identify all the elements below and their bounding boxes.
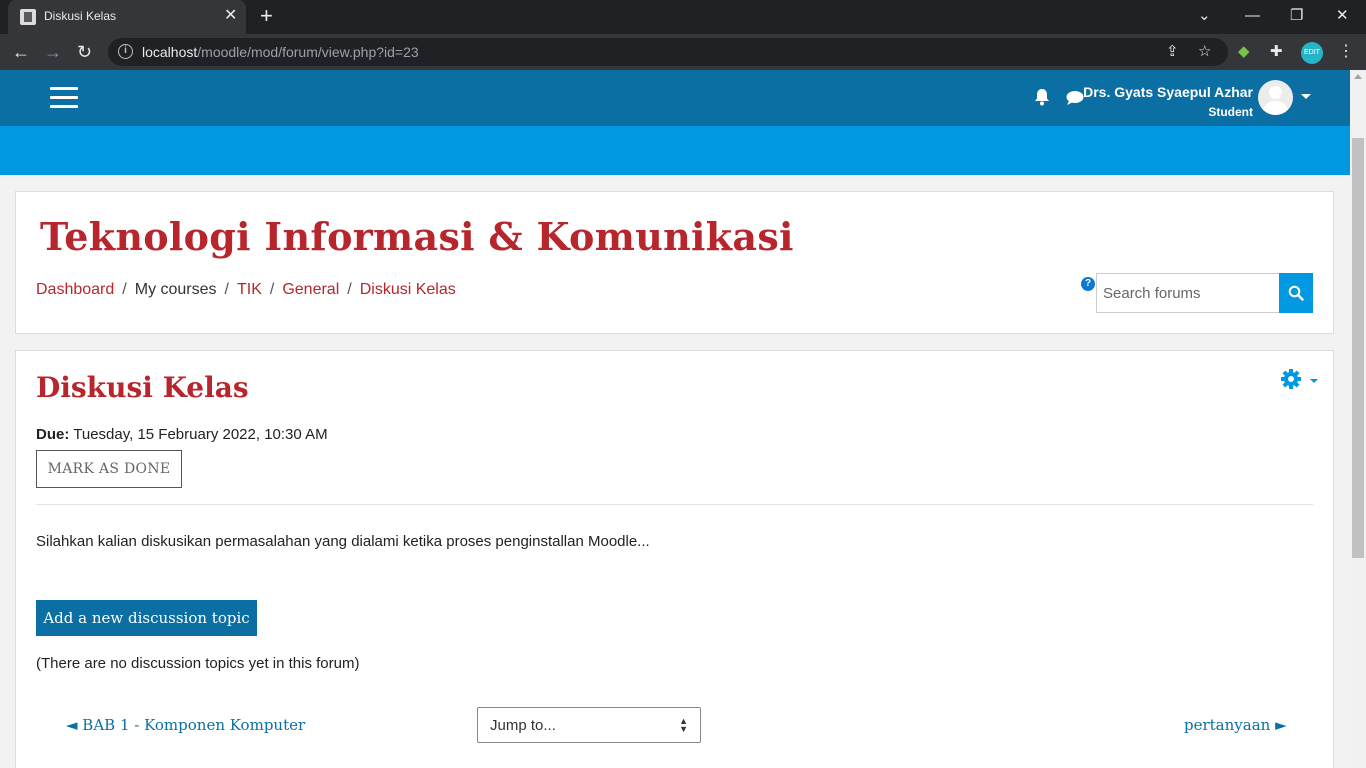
extensions-puzzle-icon[interactable]: ✚ — [1270, 40, 1283, 64]
add-discussion-button[interactable]: Add a new discussion topic — [36, 600, 257, 636]
forum-intro: Silahkan kalian diskusikan permasalahan … — [36, 533, 650, 550]
profile-avatar[interactable]: EDIT — [1301, 42, 1323, 64]
breadcrumb-separator: / — [269, 281, 275, 298]
breadcrumb-separator: / — [224, 281, 229, 298]
forum-title: Diskusi Kelas — [36, 371, 249, 404]
back-icon[interactable]: ← — [12, 39, 30, 65]
search-button[interactable] — [1279, 273, 1313, 313]
user-menu-caret-icon[interactable] — [1301, 94, 1311, 99]
scroll-up-icon[interactable] — [1354, 74, 1362, 79]
settings-caret-icon[interactable] — [1310, 379, 1318, 383]
course-title: Teknologi Informasi & Komunikasi — [40, 214, 794, 259]
page-header: Teknologi Informasi & Komunikasi Dashboa… — [15, 191, 1334, 334]
breadcrumb-my-courses: My courses — [134, 281, 217, 298]
messages-bubble-icon[interactable] — [1066, 90, 1084, 106]
search-forums-input[interactable] — [1096, 273, 1280, 313]
browser-toolbar: ← → ↻ i localhost/moodle/mod/forum/view.… — [0, 34, 1366, 70]
user-role: Student — [1208, 105, 1253, 119]
due-date: Due: Tuesday, 15 February 2022, 10:30 AM — [36, 426, 328, 443]
scrollbar-thumb[interactable] — [1352, 138, 1364, 558]
close-window-icon[interactable]: ✕ — [1336, 4, 1349, 28]
next-activity-link[interactable]: pertanyaan ► — [1184, 716, 1287, 734]
select-arrows-icon: ▲ ▼ — [679, 716, 688, 734]
help-icon[interactable]: ? — [1081, 277, 1095, 291]
tab-close-icon[interactable]: ✕ — [224, 6, 237, 26]
user-name[interactable]: Drs. Gyats Syaepul Azhar — [1083, 84, 1253, 100]
site-info-icon[interactable]: i — [118, 44, 133, 59]
previous-activity-link[interactable]: ◄ BAB 1 - Komponen Komputer — [66, 716, 305, 734]
moodle-navbar: Drs. Gyats Syaepul Azhar Student — [0, 70, 1350, 126]
tab-search-icon[interactable]: ⌄ — [1198, 4, 1211, 28]
breadcrumb-diskusi-kelas[interactable]: Diskusi Kelas — [360, 281, 456, 298]
moodle-favicon-icon — [20, 9, 36, 25]
no-topics-message: (There are no discussion topics yet in t… — [36, 655, 360, 672]
tab-title: Diskusi Kelas — [44, 9, 117, 23]
reload-icon[interactable]: ↻ — [77, 39, 92, 65]
browser-tabbar: Diskusi Kelas ✕ + ⌄ — ❐ ✕ — [0, 0, 1366, 34]
forward-icon[interactable]: → — [44, 39, 62, 65]
address-bar[interactable]: i localhost/moodle/mod/forum/view.php?id… — [108, 38, 1228, 66]
user-avatar[interactable] — [1258, 80, 1293, 115]
url-text[interactable]: localhost/moodle/mod/forum/view.php?id=2… — [142, 44, 419, 60]
page-banner — [0, 126, 1350, 175]
notification-bell-icon[interactable] — [1034, 88, 1050, 106]
extension-icon[interactable]: ◆ — [1238, 40, 1250, 64]
breadcrumb-general[interactable]: General — [282, 281, 339, 298]
share-icon[interactable]: ⇪ — [1166, 42, 1179, 62]
browser-menu-icon[interactable]: ⋮ — [1338, 41, 1354, 63]
browser-tab[interactable]: Diskusi Kelas ✕ — [8, 0, 246, 34]
mark-as-done-button[interactable]: MARK AS DONE — [36, 450, 182, 488]
breadcrumb-dashboard[interactable]: Dashboard — [36, 281, 114, 298]
breadcrumb-separator: / — [347, 281, 352, 298]
divider — [36, 504, 1313, 505]
minimize-icon[interactable]: — — [1245, 4, 1260, 28]
search-icon — [1288, 285, 1304, 301]
bookmark-star-icon[interactable]: ☆ — [1198, 42, 1211, 62]
breadcrumb-tik[interactable]: TIK — [237, 281, 262, 298]
restore-icon[interactable]: ❐ — [1290, 4, 1303, 28]
new-tab-icon[interactable]: + — [260, 3, 273, 29]
hamburger-menu-icon[interactable] — [50, 87, 78, 109]
page-scrollbar[interactable] — [1350, 70, 1366, 768]
jump-to-label: Jump to... — [490, 717, 556, 734]
forum-main-region: Diskusi Kelas Due: Tuesday, 15 February … — [15, 350, 1334, 768]
breadcrumb-separator: / — [122, 281, 127, 298]
breadcrumb: Dashboard / My courses / TIK / General / Diskusi… — [36, 281, 456, 299]
jump-to-select[interactable]: Jump to... ▲ ▼ — [477, 707, 701, 743]
